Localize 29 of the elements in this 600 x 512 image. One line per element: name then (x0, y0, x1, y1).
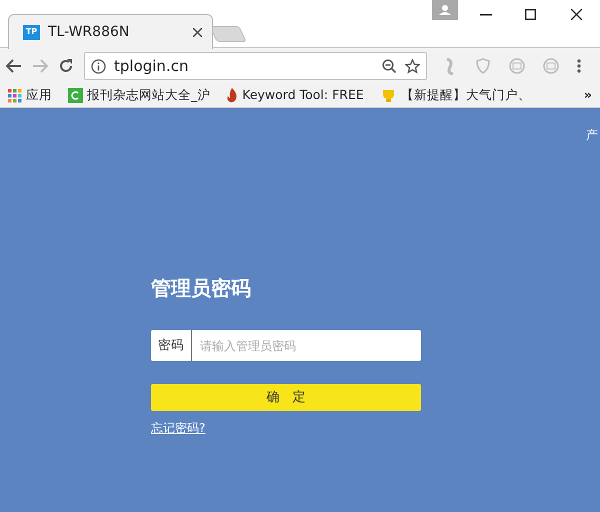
bookmarks-overflow-button[interactable]: » (584, 86, 592, 105)
zoom-out-icon[interactable] (382, 58, 397, 74)
tab-title: TL-WR886N (48, 22, 130, 42)
favicon: TP (23, 24, 40, 40)
maximize-icon[interactable] (525, 9, 536, 20)
field-label: 密码 (151, 330, 192, 361)
corner-text: 产 (586, 127, 598, 144)
info-icon[interactable] (91, 58, 106, 74)
star-icon[interactable] (405, 58, 420, 74)
apps-grid-icon (8, 88, 22, 102)
bookmark-item[interactable]: Keyword Tool: FREE (226, 86, 364, 105)
forgot-password-link[interactable]: 忘记密码? (151, 419, 206, 437)
password-field[interactable]: 请输入管理员密码 (192, 330, 421, 361)
bookmark-item[interactable]: 报刊杂志网站大全_沪 (68, 86, 210, 105)
menu-icon[interactable] (577, 59, 581, 73)
address-bar[interactable]: tplogin.cn (84, 52, 427, 80)
reload-icon[interactable] (58, 58, 74, 74)
back-icon[interactable] (6, 59, 22, 73)
close-tab-icon[interactable] (193, 28, 202, 36)
minimize-icon[interactable] (480, 14, 492, 16)
refresh-favicon-icon (68, 88, 83, 103)
flame-icon (226, 88, 238, 103)
confirm-button[interactable]: 确 定 (151, 384, 421, 411)
url-text: tplogin.cn (114, 56, 190, 77)
browser-tab[interactable]: TP TL-WR886N (8, 14, 213, 49)
bookmark-item[interactable]: 应用 (8, 86, 52, 105)
close-icon[interactable] (571, 9, 582, 20)
login-title: 管理员密码 (151, 276, 252, 300)
bookmark-item[interactable]: 【新提醒】大气门户、 (380, 86, 531, 105)
